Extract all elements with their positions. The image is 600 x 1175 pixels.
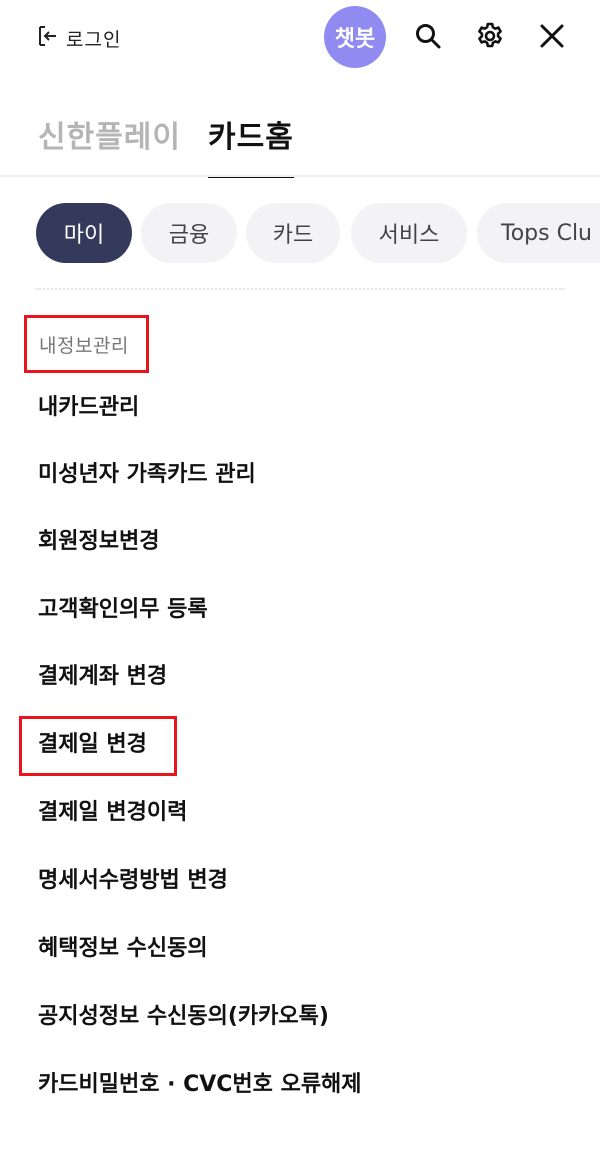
dotted-divider: [36, 288, 564, 290]
menu-item-payment-date[interactable]: 결제일 변경: [38, 725, 147, 765]
menu-item-customer-verification[interactable]: 고객확인의무 등록: [38, 590, 208, 630]
login-label: 로그인: [66, 28, 122, 51]
chip-my[interactable]: 마이: [36, 203, 132, 263]
close-button[interactable]: [534, 18, 570, 54]
category-chips: 마이 금융 카드 서비스 Tops Clu: [36, 203, 600, 265]
tab-shinhan-play[interactable]: 신한플레이: [38, 110, 181, 174]
settings-button[interactable]: [472, 18, 508, 54]
chatbot-label: 챗봇: [334, 27, 376, 52]
menu-item-member-info[interactable]: 회원정보변경: [38, 522, 159, 562]
chatbot-button[interactable]: 챗봇: [324, 6, 386, 68]
search-button[interactable]: [410, 18, 446, 54]
menu-item-statement-method[interactable]: 명세서수령방법 변경: [38, 861, 228, 901]
menu-item-my-card[interactable]: 내카드관리: [38, 388, 139, 428]
top-tabs: 신한플레이 카드홈: [0, 110, 600, 178]
search-icon: [416, 24, 441, 49]
section-title: 내정보관리: [24, 315, 149, 373]
menu-item-benefit-consent[interactable]: 혜택정보 수신동의: [38, 929, 208, 969]
menu-item-minor-family-card[interactable]: 미성년자 가족카드 관리: [38, 455, 256, 495]
chip-service[interactable]: 서비스: [351, 203, 467, 263]
menu-page: 로그인 챗봇 신한플레이 카드홈 마이 금융 카드 서비스 Tops Clu 내…: [0, 0, 600, 1175]
tabs-divider: [0, 175, 600, 177]
menu-item-notice-consent[interactable]: 공지성정보 수신동의(카카오톡): [38, 997, 329, 1037]
chip-tops-club[interactable]: Tops Clu: [477, 203, 600, 263]
header: 로그인 챗봇: [0, 0, 600, 80]
chip-card[interactable]: 카드: [246, 203, 340, 263]
tab-card-home[interactable]: 카드홈: [208, 110, 294, 178]
login-icon: [36, 24, 60, 52]
login-button[interactable]: 로그인: [36, 22, 121, 54]
menu-item-password-cvc-reset[interactable]: 카드비밀번호 · CVC번호 오류해제: [38, 1065, 362, 1105]
chip-finance[interactable]: 금융: [141, 203, 237, 263]
close-icon: [540, 24, 564, 48]
menu-item-payment-account[interactable]: 결제계좌 변경: [38, 657, 167, 697]
gear-icon: [478, 22, 502, 48]
menu-item-payment-date-history[interactable]: 결제일 변경이력: [38, 793, 187, 833]
